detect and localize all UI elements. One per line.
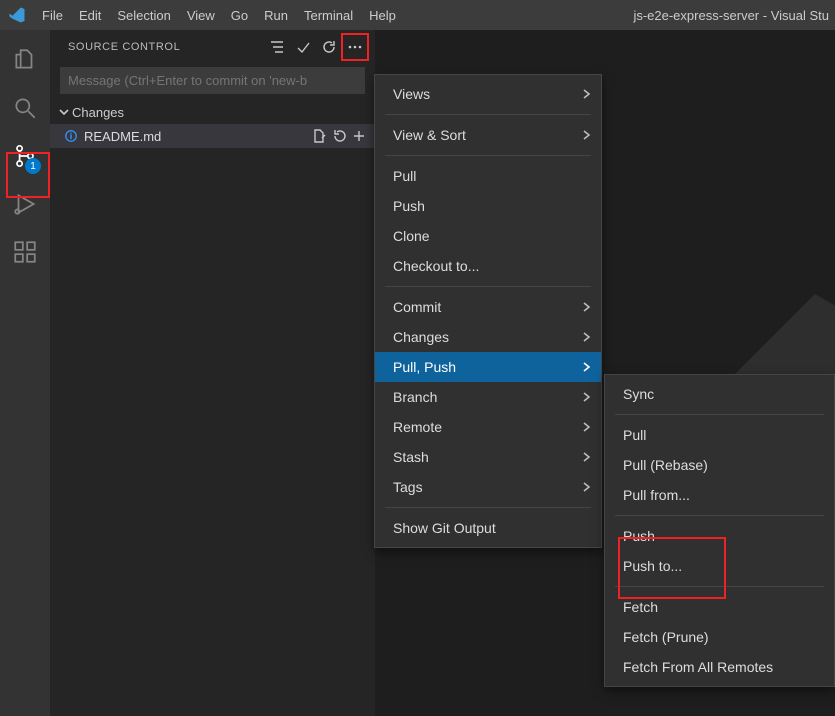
menu-pull-push-sub[interactable]: Pull, Push [375, 352, 601, 382]
menu-view[interactable]: View [179, 0, 223, 30]
menu-show-git-output[interactable]: Show Git Output [375, 513, 601, 543]
menu-stash-sub[interactable]: Stash [375, 442, 601, 472]
activity-run-debug[interactable] [1, 180, 49, 228]
menu-separator [615, 586, 824, 587]
submenu-push-to[interactable]: Push to... [605, 551, 834, 581]
menu-help[interactable]: Help [361, 0, 404, 30]
menu-branch-sub[interactable]: Branch [375, 382, 601, 412]
chevron-right-icon [581, 389, 591, 405]
menu-view-and-sort[interactable]: View & Sort [375, 120, 601, 150]
menu-remote-sub[interactable]: Remote [375, 412, 601, 442]
menu-terminal[interactable]: Terminal [296, 0, 361, 30]
menu-push[interactable]: Push [375, 191, 601, 221]
change-filename: README.md [80, 129, 309, 144]
chevron-right-icon [581, 127, 591, 143]
submenu-fetch-all-remotes[interactable]: Fetch From All Remotes [605, 652, 834, 682]
menubar: File Edit Selection View Go Run Terminal… [0, 0, 835, 30]
pull-push-submenu: Sync Pull Pull (Rebase) Pull from... Pus… [604, 374, 835, 687]
menu-separator [385, 155, 591, 156]
menu-separator [615, 515, 824, 516]
menu-tags-sub[interactable]: Tags [375, 472, 601, 502]
vscode-logo [0, 6, 34, 24]
menu-separator [385, 507, 591, 508]
submenu-fetch-prune[interactable]: Fetch (Prune) [605, 622, 834, 652]
menu-file[interactable]: File [34, 0, 71, 30]
chevron-down-icon [56, 106, 72, 118]
chevron-right-icon [581, 359, 591, 375]
change-row[interactable]: README.md [50, 124, 375, 148]
sidebar-title: SOURCE CONTROL [68, 41, 265, 53]
menu-run[interactable]: Run [256, 0, 296, 30]
menu-checkout-to[interactable]: Checkout to... [375, 251, 601, 281]
scm-badge: 1 [25, 158, 41, 174]
menu-pull[interactable]: Pull [375, 161, 601, 191]
menu-separator [385, 286, 591, 287]
refresh-icon[interactable] [317, 35, 341, 59]
menu-views[interactable]: Views [375, 79, 601, 109]
window-title: js-e2e-express-server - Visual Stu [633, 8, 835, 23]
discard-changes-icon[interactable] [329, 124, 349, 148]
commit-icon[interactable] [291, 35, 315, 59]
activity-source-control[interactable]: 1 [1, 132, 49, 180]
submenu-pull[interactable]: Pull [605, 420, 834, 450]
changes-section-header[interactable]: Changes [50, 100, 375, 124]
changes-label: Changes [72, 105, 124, 120]
submenu-sync[interactable]: Sync [605, 379, 834, 409]
stage-changes-icon[interactable] [349, 124, 369, 148]
commit-message [60, 67, 365, 94]
info-icon [62, 129, 80, 143]
chevron-right-icon [581, 299, 591, 315]
commit-message-input[interactable] [60, 67, 365, 94]
open-file-icon[interactable] [309, 124, 329, 148]
chevron-right-icon [581, 449, 591, 465]
menu-go[interactable]: Go [223, 0, 256, 30]
submenu-push[interactable]: Push [605, 521, 834, 551]
submenu-pull-rebase[interactable]: Pull (Rebase) [605, 450, 834, 480]
view-as-tree-icon[interactable] [265, 35, 289, 59]
chevron-right-icon [581, 479, 591, 495]
menu-separator [385, 114, 591, 115]
sidebar-header: SOURCE CONTROL [50, 30, 375, 63]
scm-more-actions-menu: Views View & Sort Pull Push Clone Checko… [374, 74, 602, 548]
menu-separator [615, 414, 824, 415]
activity-search[interactable] [1, 84, 49, 132]
menu-clone[interactable]: Clone [375, 221, 601, 251]
activity-bar: 1 [0, 30, 50, 716]
submenu-pull-from[interactable]: Pull from... [605, 480, 834, 510]
menu-commit-sub[interactable]: Commit [375, 292, 601, 322]
menu-edit[interactable]: Edit [71, 0, 109, 30]
menu-changes-sub[interactable]: Changes [375, 322, 601, 352]
more-actions-icon[interactable] [343, 35, 367, 59]
chevron-right-icon [581, 419, 591, 435]
sidebar: SOURCE CONTROL Changes README. [50, 30, 375, 716]
activity-extensions[interactable] [1, 228, 49, 276]
activity-explorer[interactable] [1, 36, 49, 84]
menu-selection[interactable]: Selection [109, 0, 178, 30]
chevron-right-icon [581, 86, 591, 102]
submenu-fetch[interactable]: Fetch [605, 592, 834, 622]
chevron-right-icon [581, 329, 591, 345]
